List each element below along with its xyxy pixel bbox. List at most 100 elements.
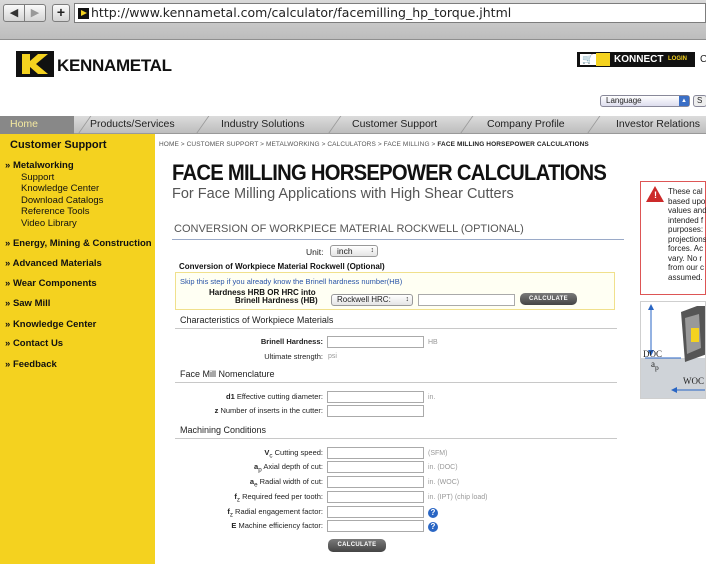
sidebar-subitem-reference-tools[interactable]: Reference Tools [21,206,89,217]
sidebar-item-contact-us[interactable]: » Contact Us [5,338,63,349]
vc-label: Vc Cutting speed: [264,448,323,460]
section-heading: CONVERSION OF WORKPIECE MATERIAL ROCKWEL… [174,223,524,235]
feed-per-tooth-unit: in. (IPT) (chip load) [428,494,488,501]
fz-label-text: Required feed per tooth: [240,492,323,501]
sidebar-item-feedback[interactable]: » Feedback [5,359,57,370]
sidebar: Customer Support » Metalworking Support … [0,134,155,564]
sidebar-subitem-download-catalogs[interactable]: Download Catalogs [21,195,103,206]
nomenclature-heading: Face Mill Nomenclature [180,369,275,379]
axial-depth-input[interactable] [327,461,424,473]
section-divider [175,438,617,439]
nav-industry-solutions[interactable]: Industry Solutions [221,116,304,134]
nav-products-services[interactable]: Products/Services [90,116,175,134]
back-button[interactable]: ◀ [3,4,25,22]
hardness-label-line2: Brinell Hardness (HB) [235,296,318,305]
konnect-chevron-icon [596,53,610,66]
woc-label: WOC [683,376,704,386]
breadcrumb[interactable]: HOME > CUSTOMER SUPPORT > METALWORKING >… [159,141,589,148]
unit-select[interactable]: inch ↕ [330,245,378,257]
forward-button[interactable]: ▶ [24,4,46,22]
help-icon[interactable]: ? [428,508,438,518]
ap-label: ap Axial depth of cut: [254,462,323,474]
cutting-speed-unit: (SFM) [428,450,448,457]
section-divider [175,382,617,383]
select-arrows-icon: ▲ [679,96,689,106]
brinell-input[interactable] [327,336,424,348]
sidebar-item-metalworking[interactable]: » Metalworking [5,160,74,171]
konnect-login-bar[interactable]: 🛒 KONNECT LOGIN [577,52,695,67]
sidebar-item-energy[interactable]: » Energy, Mining & Construction [5,238,152,249]
nav-divider [459,116,474,134]
logo-wordmark: KENNAMETAL [57,56,172,75]
rockwell-calculate-button[interactable]: CALCULATE [520,293,577,305]
sidebar-item-advanced-materials[interactable]: » Advanced Materials [5,258,102,269]
fz2-label: fz Radial engagement factor: [227,507,323,519]
z-input[interactable] [327,405,424,417]
radial-width-input[interactable] [327,476,424,488]
machine-efficiency-input[interactable] [327,520,424,532]
sidebar-item-wear-components[interactable]: » Wear Components [5,278,97,289]
d1-unit: in. [428,394,436,401]
fz2-label-text: Radial engagement factor: [232,507,323,516]
breadcrumb-current: FACE MILLING HORSEPOWER CALCULATIONS [437,141,589,148]
fz-label: fz Required feed per tooth: [234,492,323,504]
vc-label-text: Cutting speed: [272,448,323,457]
header-cutoff-select[interactable]: S [693,95,706,107]
brinell-label: Brinell Hardness: [261,337,323,346]
address-bar[interactable]: http://www.kennametal.com/calculator/fac… [74,3,706,23]
conversion-heading: Conversion of Workpiece Material Rockwel… [179,262,385,271]
sidebar-subitem-video-library[interactable]: Video Library [21,218,77,229]
sidebar-item-saw-mill[interactable]: » Saw Mill [5,298,50,309]
e-label: E Machine efficiency factor: [231,521,323,530]
add-bookmark-button[interactable]: + [52,4,70,22]
z-label-text: Number of inserts in the cutter: [218,406,323,415]
sidebar-item-knowledge-center[interactable]: » Knowledge Center [5,319,96,330]
skip-note: Skip this step if you already know the B… [180,277,403,286]
select-arrows-icon: ↕ [405,296,410,303]
characteristics-heading: Characteristics of Workpiece Materials [180,315,334,325]
warning-mark: ! [654,190,657,200]
disclaimer-text: These cal based upo values and intended … [668,187,706,282]
site-favicon-icon [78,8,89,19]
sidebar-subitem-support[interactable]: Support [21,172,54,183]
ae-label-text: Radial width of cut: [257,477,323,486]
nav-investor-relations[interactable]: Investor Relations [616,116,700,134]
header-cutoff-text: C [700,54,706,65]
language-select[interactable]: Language ▲ [600,95,690,107]
site-header: KENNAMETAL 🛒 KONNECT LOGIN C Language ▲ … [0,40,706,116]
main-navigation: Home Products/Services Industry Solution… [0,116,706,134]
browser-toolbar: ◀ ▶ + http://www.kennametal.com/calculat… [0,0,706,40]
nav-divider [586,116,601,134]
machining-heading: Machining Conditions [180,425,267,435]
calculate-button[interactable]: CALCULATE [328,539,386,552]
brinell-label-text: Brinell Hardness: [260,337,323,346]
breadcrumb-trail[interactable]: HOME > CUSTOMER SUPPORT > METALWORKING >… [159,141,437,148]
language-select-label: Language [606,96,642,105]
ap-label-text: Axial depth of cut: [261,462,323,471]
sidebar-item-label: Contact Us [12,338,64,349]
sidebar-item-label: Wear Components [12,278,97,289]
cutting-speed-input[interactable] [327,447,424,459]
rockwell-input[interactable] [418,294,515,306]
sidebar-title: Customer Support [10,139,107,151]
e-label-text: Machine efficiency factor: [236,521,324,530]
page-title: FACE MILLING HORSEPOWER CALCULATIONS [172,160,607,185]
radial-engagement-input[interactable] [327,506,424,518]
unit-select-value: inch [337,246,353,256]
rockwell-select[interactable]: Rockwell HRC: ↕ [331,294,413,306]
login-link[interactable]: LOGIN [668,53,687,66]
konnect-label: KONNECT [614,54,664,65]
nav-divider [327,116,342,134]
sidebar-subitem-knowledge-center[interactable]: Knowledge Center [21,183,99,194]
nav-company-profile[interactable]: Company Profile [487,116,565,134]
doc-label: DOC [643,349,663,359]
d1-input[interactable] [327,391,424,403]
nav-home[interactable]: Home [0,116,74,134]
section-divider [175,328,617,329]
sidebar-item-label: Knowledge Center [12,319,97,330]
radial-width-unit: in. (WOC) [428,479,460,486]
help-icon[interactable]: ? [428,522,438,532]
feed-per-tooth-input[interactable] [327,491,424,503]
nav-customer-support[interactable]: Customer Support [352,116,437,134]
select-arrows-icon: ↕ [370,247,375,254]
